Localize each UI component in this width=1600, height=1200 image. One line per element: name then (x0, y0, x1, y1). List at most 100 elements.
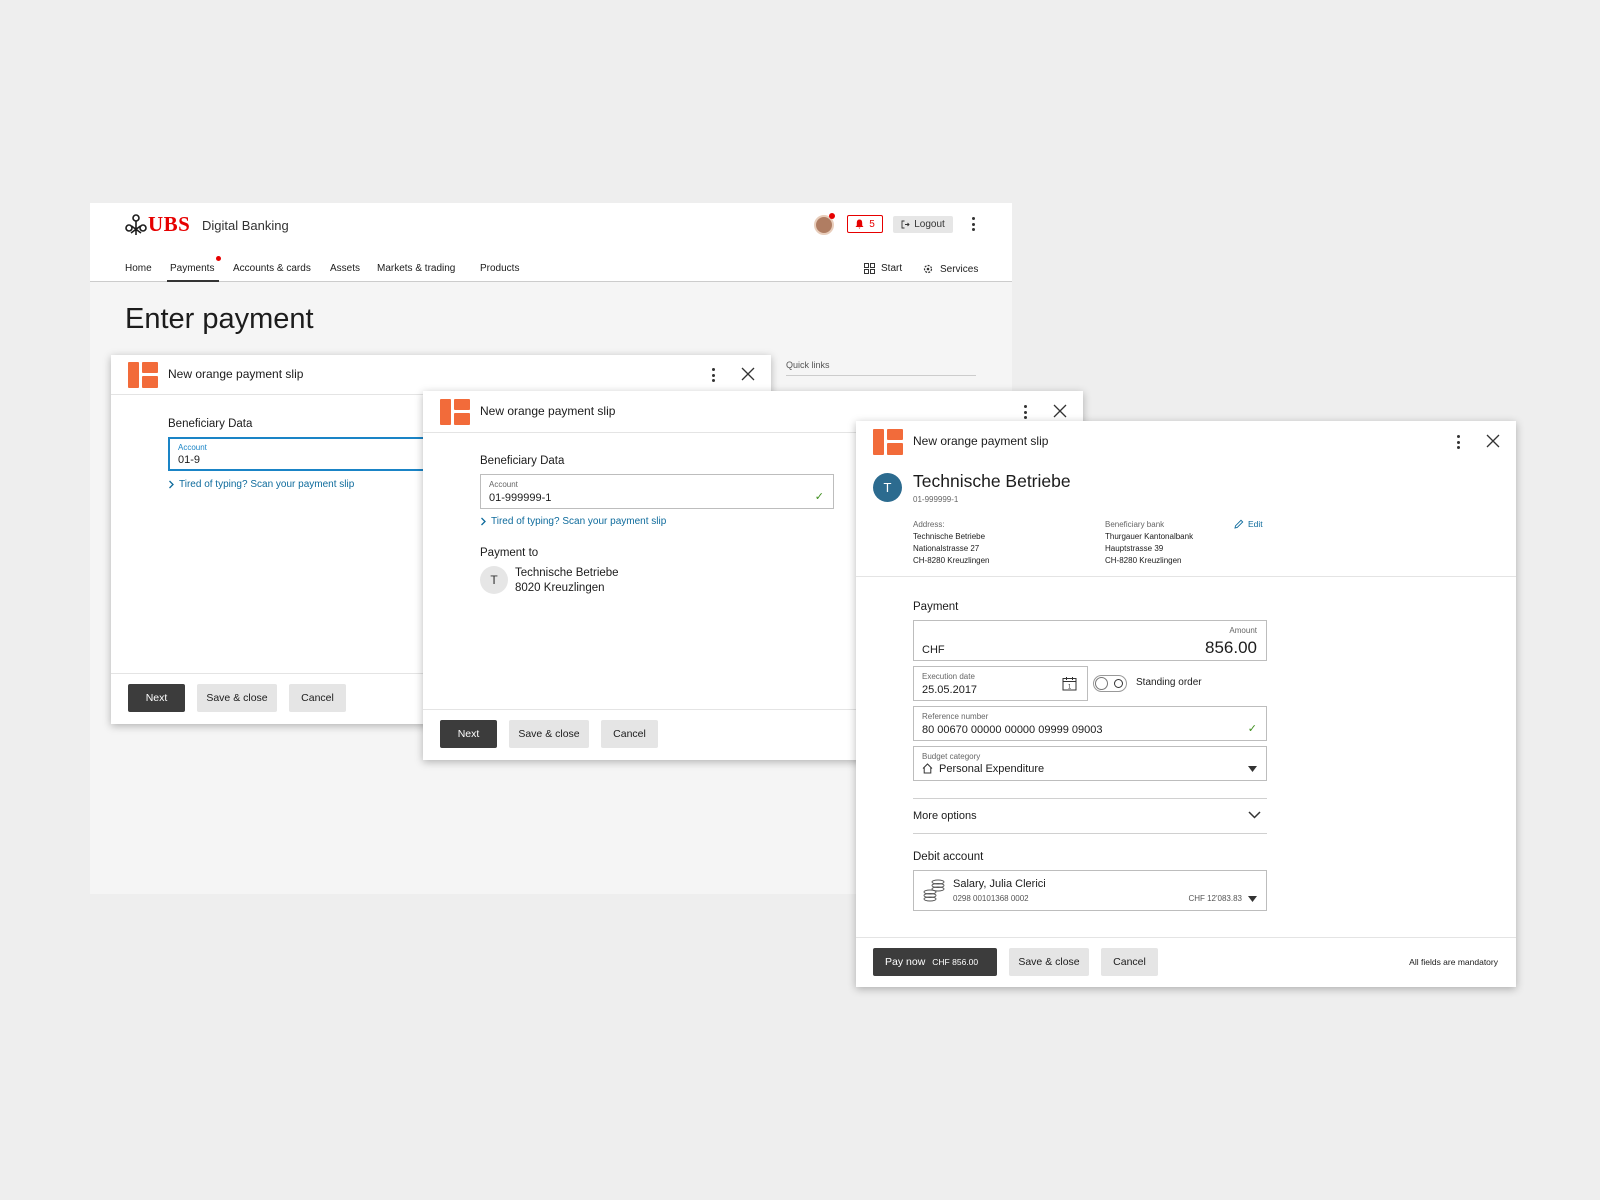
bank-line: Hauptstrasse 39 (1105, 544, 1164, 553)
address-block: Technische Betriebe Nationalstrasse 27 C… (913, 531, 990, 567)
nav-payments-badge-dot (216, 256, 221, 261)
bank-label: Beneficiary bank (1105, 520, 1165, 529)
services-gear-icon (923, 264, 933, 274)
nav-markets-trading[interactable]: Markets & trading (377, 263, 455, 274)
budget-category-select[interactable]: Budget category Personal Expenditure (913, 746, 1267, 781)
execution-date-value: 25.05.2017 (922, 684, 978, 696)
nav-products[interactable]: Products (480, 263, 519, 274)
logout-icon (901, 220, 910, 229)
close-icon[interactable] (741, 367, 755, 381)
panel-more-icon[interactable] (1452, 433, 1464, 451)
debit-account-section-label: Debit account (913, 851, 984, 863)
dropdown-caret-icon (1248, 896, 1257, 902)
beneficiary-section-label: Beneficiary Data (168, 418, 253, 430)
panel-more-icon[interactable] (1019, 403, 1031, 421)
reference-number-input[interactable]: Reference number 80 00670 00000 00000 09… (913, 706, 1267, 741)
save-close-button[interactable]: Save & close (509, 720, 589, 748)
quick-links-heading: Quick links (786, 360, 830, 370)
debit-account-select[interactable]: Salary, Julia Clerici 0298 00101368 0002… (913, 870, 1267, 911)
amount-label: Amount (1229, 626, 1257, 635)
reference-label: Reference number (922, 712, 989, 721)
beneficiary-account: 01-999999-1 (913, 495, 959, 504)
header-more-icon[interactable] (967, 215, 979, 233)
nav-services-label: Services (940, 263, 979, 275)
bank-line: CH-8280 Kreuzlingen (1105, 556, 1182, 565)
nav-payments[interactable]: Payments (170, 263, 214, 274)
start-grid-icon (864, 263, 875, 274)
summary-divider (856, 576, 1516, 577)
orange-slip-icon (873, 429, 903, 455)
nav-accounts-cards[interactable]: Accounts & cards (233, 263, 311, 274)
calendar-icon[interactable]: 1 (1062, 676, 1077, 691)
execution-date-input[interactable]: Execution date 25.05.2017 1 (913, 666, 1088, 701)
orange-slip-icon (440, 399, 470, 425)
account-input[interactable]: Account 01-999999-1 ✓ (480, 474, 834, 509)
cancel-button[interactable]: Cancel (1101, 948, 1158, 976)
panel-title: New orange payment slip (480, 404, 616, 418)
address-line: Nationalstrasse 27 (913, 544, 980, 553)
address-line: Technische Betriebe (913, 532, 986, 541)
pay-now-amount: CHF 856.00 (932, 957, 979, 967)
nav-services[interactable]: Services (922, 263, 978, 275)
chevron-right-icon (481, 517, 486, 526)
budget-value: Personal Expenditure (939, 763, 1045, 775)
scan-slip-link[interactable]: Tired of typing? Scan your payment slip (480, 516, 666, 527)
avatar-status-dot (829, 213, 835, 219)
close-icon[interactable] (1486, 434, 1500, 448)
cancel-button[interactable]: Cancel (601, 720, 658, 748)
panel-more-icon[interactable] (707, 366, 719, 384)
dropdown-caret-icon (1248, 766, 1257, 772)
nav-start-label: Start (881, 263, 903, 274)
more-options-bottom-divider (913, 833, 1267, 834)
debit-account-name: Salary, Julia Clerici (953, 878, 1046, 890)
close-icon[interactable] (1053, 404, 1067, 418)
pay-now-button[interactable]: Pay now CHF 856.00 (873, 948, 997, 976)
chevron-right-icon (169, 480, 174, 489)
currency-value: CHF (922, 644, 945, 656)
next-button[interactable]: Next (440, 720, 497, 748)
execution-date-label: Execution date (922, 672, 975, 681)
debit-account-balance: CHF 12'083.83 (1188, 894, 1242, 903)
notifications-count: 5 (869, 218, 875, 230)
amount-value: 856.00 (1205, 638, 1257, 657)
ubs-keys-logo-icon (125, 214, 147, 235)
account-value: 01-999999-1 (489, 492, 552, 504)
coins-icon (923, 879, 945, 902)
save-close-button[interactable]: Save & close (1009, 948, 1089, 976)
address-line: CH-8280 Kreuzlingen (913, 556, 990, 565)
logout-label: Logout (914, 219, 945, 230)
save-close-button[interactable]: Save & close (197, 684, 277, 712)
cancel-button[interactable]: Cancel (289, 684, 346, 712)
amount-input[interactable]: CHF Amount 856.00 (913, 620, 1267, 661)
edit-link-text: Edit (1248, 519, 1263, 529)
nav-home[interactable]: Home (125, 263, 152, 274)
panel-footer-divider (856, 937, 1516, 938)
beneficiary-section-label: Beneficiary Data (480, 455, 565, 467)
budget-label: Budget category (922, 752, 981, 761)
more-options-toggle[interactable]: More options (913, 799, 1267, 833)
toggle-knob (1095, 677, 1108, 690)
brand-logo[interactable]: UBS (148, 212, 190, 237)
beneficiary-avatar: T (873, 473, 902, 502)
account-value: 01-9 (178, 454, 201, 466)
standing-order-toggle[interactable] (1093, 675, 1127, 692)
panel-title: New orange payment slip (168, 367, 304, 381)
edit-beneficiary-link[interactable]: Edit (1234, 519, 1263, 529)
payment-section-label: Payment (913, 601, 959, 613)
valid-check-icon: ✓ (1247, 723, 1257, 735)
scan-slip-link[interactable]: Tired of typing? Scan your payment slip (168, 479, 354, 490)
valid-check-icon: ✓ (814, 491, 824, 503)
beneficiary-name: Technische Betriebe (913, 471, 1071, 491)
bell-icon (855, 219, 864, 229)
page-title: Enter payment (125, 303, 314, 335)
quick-links-divider (786, 375, 976, 376)
orange-slip-icon (128, 362, 158, 388)
account-input[interactable]: Account 01-9 (168, 437, 448, 471)
logout-button[interactable]: Logout (893, 216, 953, 233)
nav-start[interactable]: Start (864, 263, 902, 274)
next-button[interactable]: Next (128, 684, 185, 712)
notifications-button[interactable]: 5 (847, 215, 883, 233)
nav-assets[interactable]: Assets (330, 263, 360, 274)
nav-active-underline (167, 280, 219, 282)
chevron-down-icon (1248, 811, 1261, 819)
